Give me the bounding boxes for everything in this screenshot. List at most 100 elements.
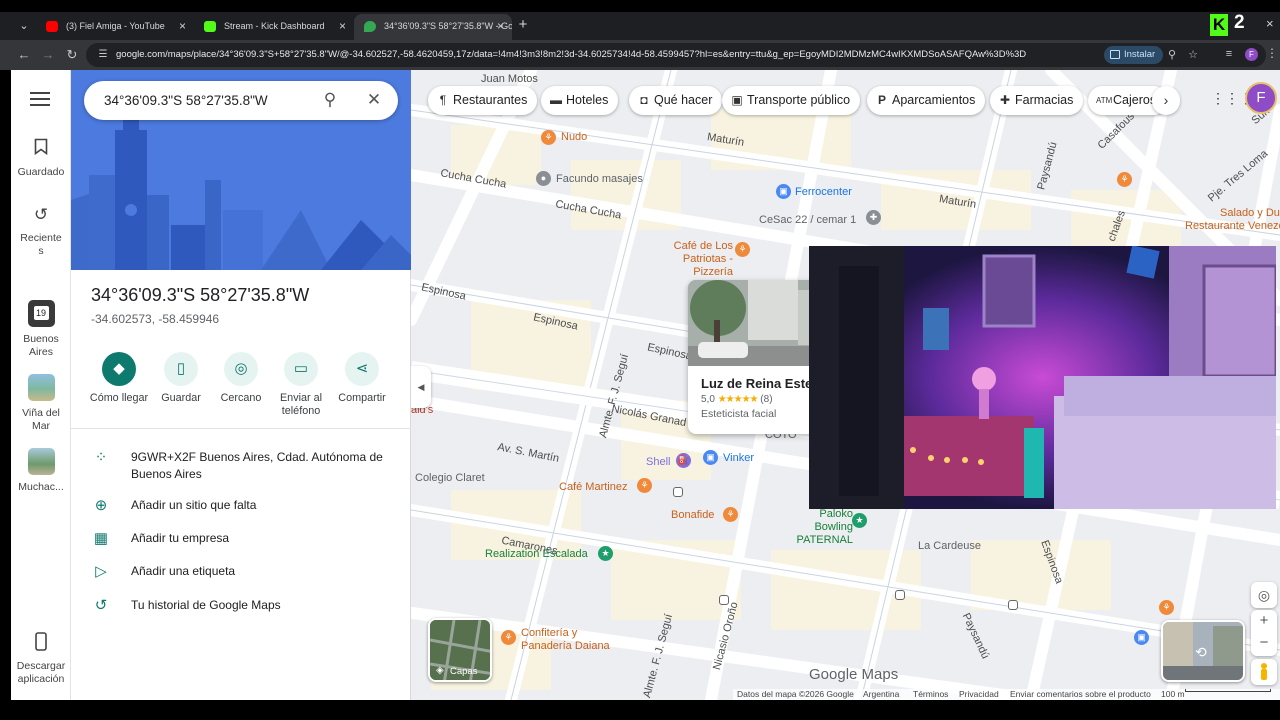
review-count: (8): [760, 394, 773, 405]
zoom-out-icon[interactable]: −: [1251, 632, 1277, 654]
poi-label[interactable]: Colegio Claret: [415, 472, 485, 484]
close-icon[interactable]: ✕: [364, 90, 384, 110]
poi-label[interactable]: Café de Los Patriotas - Pizzería: [669, 240, 733, 279]
poi-label[interactable]: Shell: [646, 456, 670, 468]
bus-stop-icon[interactable]: [1008, 600, 1018, 610]
bus-stop-icon[interactable]: [673, 487, 683, 497]
zoom-icon[interactable]: ⚲: [1164, 47, 1180, 63]
tab-youtube[interactable]: (3) Fiel Amiga - YouTube ×: [36, 14, 194, 40]
reading-list-icon[interactable]: ≡: [1222, 47, 1236, 61]
privacy-link[interactable]: Privacidad: [959, 689, 999, 700]
poi-label[interactable]: Confitería y Panadería Daiana: [521, 627, 631, 653]
search-icon[interactable]: ⚲: [320, 90, 340, 110]
bus-stop-icon[interactable]: [895, 590, 905, 600]
my-location-icon[interactable]: ◎: [1251, 582, 1277, 608]
maps-history-row[interactable]: ↺ Tu historial de Google Maps: [91, 597, 391, 615]
install-app-button[interactable]: Instalar: [1104, 46, 1164, 64]
account-avatar[interactable]: F: [1245, 82, 1277, 114]
chip-pharmacies[interactable]: ✚ Farmacias: [990, 86, 1084, 115]
restaurant-pin-icon[interactable]: ⚘: [637, 478, 652, 493]
restaurant-pin-icon[interactable]: ⚘: [1159, 600, 1174, 615]
poi-label[interactable]: Bonafide: [671, 509, 714, 521]
download-app-label: Descargar aplicación: [16, 660, 66, 685]
add-missing-place-row[interactable]: ⊕ Añadir un sitio que falta: [91, 497, 391, 515]
country-link[interactable]: Argentina: [863, 689, 899, 700]
window-close-icon[interactable]: ×: [1266, 16, 1274, 31]
rail-recent-place-1[interactable]: Viña del Mar: [11, 374, 71, 433]
add-business-row[interactable]: ▦ Añadir tu empresa: [91, 530, 391, 548]
gas-station-pin-icon[interactable]: ⛽: [676, 453, 691, 468]
generic-pin-icon[interactable]: ●: [536, 171, 551, 186]
bookmark-star-icon[interactable]: ☆: [1185, 47, 1201, 63]
tab-close-icon[interactable]: ×: [339, 14, 346, 38]
restaurant-pin-icon[interactable]: ⚘: [723, 507, 738, 522]
chip-transit[interactable]: ▣ Transporte público: [722, 86, 861, 115]
rail-saved[interactable]: Guardado: [11, 138, 71, 179]
chip-hotels[interactable]: ▬ Hoteles: [541, 86, 619, 115]
site-info-icon[interactable]: ☰: [96, 48, 110, 62]
shop-pin-icon[interactable]: ▣: [703, 450, 718, 465]
chip-things-to-do[interactable]: ◘ Qué hacer: [629, 86, 723, 115]
add-label-row[interactable]: ▷ Añadir una etiqueta: [91, 563, 391, 581]
poi-label[interactable]: Facundo masajes: [556, 173, 643, 185]
tab-close-icon[interactable]: ×: [497, 14, 504, 38]
poi-label[interactable]: Restaurante Venezola: [1185, 220, 1280, 232]
poi-label[interactable]: Realization Escalada: [485, 548, 588, 560]
terms-link[interactable]: Términos: [913, 689, 948, 700]
search-box[interactable]: 34°36'09.3"S 58°27'35.8"W ⚲ ✕: [84, 81, 398, 120]
restaurant-pin-icon[interactable]: ⚘: [501, 630, 516, 645]
google-apps-icon[interactable]: ⋮⋮⋮: [1211, 90, 1253, 106]
collapse-panel-button[interactable]: ◀: [411, 366, 431, 408]
chip-label: Qué hacer: [654, 93, 713, 107]
map-canvas[interactable]: Juan Motos Maturín Maturín Cucha Cucha C…: [411, 70, 1280, 700]
restaurant-pin-icon[interactable]: ⚘: [1117, 172, 1132, 187]
poi-label[interactable]: Paloko Bowling PATERNAL: [795, 508, 853, 547]
tab-close-icon[interactable]: ×: [179, 14, 186, 38]
place-name[interactable]: Luz de Reina Este: [701, 376, 812, 391]
rail-download-app[interactable]: Descargar aplicación: [11, 632, 71, 686]
browser-menu-icon[interactable]: ⋮: [1266, 46, 1278, 60]
search-input[interactable]: 34°36'09.3"S 58°27'35.8"W: [104, 93, 268, 108]
chip-label: Hoteles: [566, 93, 609, 107]
poi-label[interactable]: Nudo: [561, 131, 587, 143]
shop-pin-icon[interactable]: ▣: [1134, 630, 1149, 645]
scale-label[interactable]: 100 m: [1161, 689, 1185, 700]
tab-google-maps[interactable]: 34°36'09.3"S 58°27'35.8"W - Go ×: [354, 14, 512, 40]
chevron-right-icon[interactable]: ›: [1152, 86, 1180, 115]
poi-label[interactable]: Café Martinez: [559, 481, 627, 493]
street-view-preview[interactable]: ⟲: [1161, 620, 1245, 682]
share-button[interactable]: ⋖ Compartir: [322, 352, 402, 405]
tab-search-icon[interactable]: ⌄: [14, 16, 34, 36]
reload-icon[interactable]: ↻: [62, 45, 82, 65]
tab-kick[interactable]: Stream - Kick Dashboard ×: [194, 14, 354, 40]
restaurant-pin-icon[interactable]: ⚘: [735, 242, 750, 257]
forward-arrow-icon[interactable]: →: [38, 45, 58, 65]
poi-label[interactable]: Vinker: [723, 452, 754, 464]
rail-recent-place-0[interactable]: 19 Buenos Aires: [11, 300, 71, 359]
zoom-in-icon[interactable]: +: [1251, 610, 1277, 632]
chip-restaurants[interactable]: ¶ Restaurantes: [428, 86, 538, 115]
chip-parking[interactable]: P Aparcamientos: [867, 86, 986, 115]
recent-place-label: Muchac...: [18, 481, 64, 493]
feedback-link[interactable]: Enviar comentarios sobre el producto: [1010, 689, 1151, 700]
layers-button[interactable]: ◈ Capas: [428, 618, 492, 682]
shop-pin-icon[interactable]: ▣: [776, 184, 791, 199]
back-arrow-icon[interactable]: ←: [14, 45, 34, 65]
address-bar[interactable]: ☰ google.com/maps/place/34°36'09.3"S+58°…: [86, 43, 1266, 67]
pegman-icon[interactable]: [1251, 659, 1277, 685]
activity-pin-icon[interactable]: ★: [852, 513, 867, 528]
activity-pin-icon[interactable]: ★: [598, 546, 613, 561]
menu-hamburger-icon[interactable]: [30, 92, 50, 108]
url-text[interactable]: google.com/maps/place/34°36'09.3"S+58°27…: [116, 48, 1096, 62]
poi-label[interactable]: Ferrocenter: [795, 186, 852, 198]
new-tab-button[interactable]: +: [514, 14, 532, 36]
rail-recents[interactable]: ↺ Recientes: [11, 204, 71, 258]
plus-code-row[interactable]: ⁘ 9GWR+X2F Buenos Aires, Cdad. Autónoma …: [91, 449, 391, 483]
rail-recent-place-2[interactable]: Muchac...: [11, 448, 71, 494]
browser-profile-avatar[interactable]: F: [1245, 48, 1258, 61]
poi-label[interactable]: Salado y Du: [1220, 207, 1280, 219]
bus-stop-icon[interactable]: [719, 595, 729, 605]
restaurant-pin-icon[interactable]: ⚘: [541, 130, 556, 145]
hospital-pin-icon[interactable]: ✚: [866, 210, 881, 225]
rail-recents-label: Recientes: [20, 232, 62, 257]
